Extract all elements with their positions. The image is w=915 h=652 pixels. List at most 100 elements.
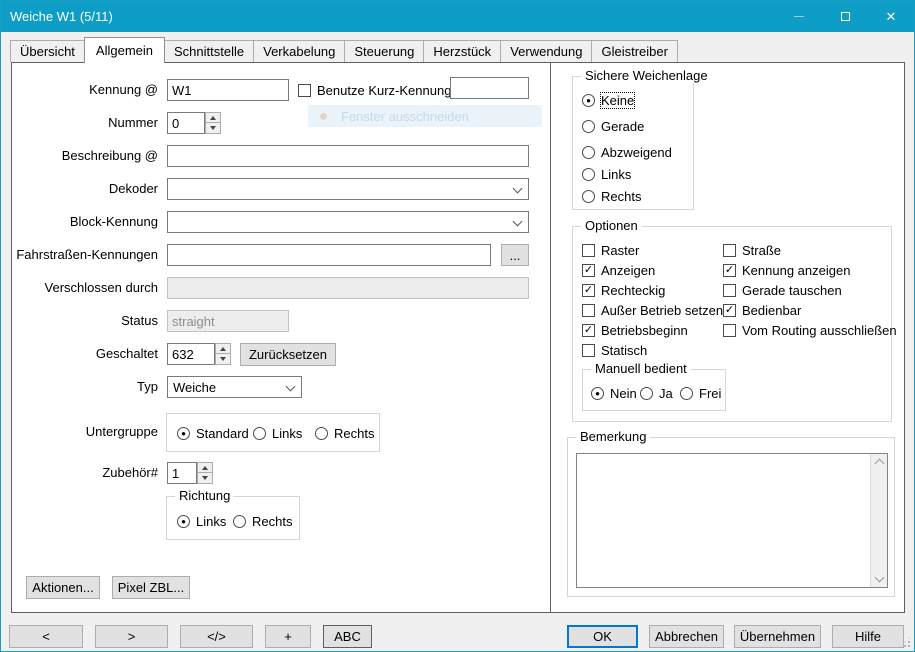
beschreibung-label: Beschreibung @ [12,145,158,167]
checkbox-raster[interactable]: Raster [582,243,639,258]
close-button[interactable]: ✕ [868,1,914,32]
scroll-up-icon[interactable] [875,459,885,469]
hilfe-button[interactable]: Hilfe [832,625,904,648]
tab-verkabelung[interactable]: Verkabelung [253,40,345,62]
fahrstrassen-browse-button[interactable]: ... [501,244,529,266]
tab-uebersicht[interactable]: Übersicht [10,40,85,62]
tab-allgemein[interactable]: Allgemein [84,37,165,63]
checkbox-anzeigen[interactable]: ✓ Anzeigen [582,263,655,278]
ok-button[interactable]: OK [567,625,638,648]
dekoder-select[interactable] [167,178,529,200]
checkbox-betriebsbeginn[interactable]: ✓ Betriebsbeginn [582,323,688,338]
uebernehmen-button[interactable]: Übernehmen [734,625,821,648]
abc-button[interactable]: ABC [323,625,372,648]
tab-verwendung[interactable]: Verwendung [500,40,592,62]
spin-down-icon[interactable] [205,123,221,134]
tab-steuerung[interactable]: Steuerung [344,40,424,62]
radio-icon [233,515,246,528]
radio-icon [582,190,595,203]
checkbox-icon [582,344,595,357]
block-kennung-label: Block-Kennung [12,211,158,233]
kennung-input[interactable] [167,79,289,101]
abbrechen-button[interactable]: Abbrechen [649,625,724,648]
manuell-bedient-group: Manuell bedient ● Nein Ja Frei [582,369,726,411]
typ-select[interactable]: Weiche [167,376,302,398]
sichere-weichenlage-group: Sichere Weichenlage ● Keine Gerade Abzwe… [572,76,694,210]
next-button[interactable]: > [95,625,168,648]
zubehoer-spinner[interactable] [197,462,213,484]
radio-ja[interactable]: Ja [640,386,673,401]
tab-gleistreiber[interactable]: Gleistreiber [591,40,677,62]
scroll-down-icon[interactable] [875,573,885,583]
untergruppe-label: Untergruppe [12,421,158,443]
radio-rechts[interactable]: Rechts [315,426,374,441]
tab-herzstueck[interactable]: Herzstück [423,40,501,62]
nummer-input[interactable] [167,112,205,134]
checkbox-statisch[interactable]: Statisch [582,343,647,358]
checkbox-gerade-tauschen[interactable]: Gerade tauschen [723,283,842,298]
radio-richtung-rechts[interactable]: Rechts [233,514,292,529]
resize-grip[interactable] [908,645,910,647]
fahrstrassen-input[interactable] [167,244,491,266]
checkbox-icon [582,244,595,257]
radio-sichere-rechts[interactable]: Rechts [582,189,641,204]
aktionen-button[interactable]: Aktionen... [26,576,100,599]
scrollbar[interactable] [870,454,887,587]
tab-schnittstelle[interactable]: Schnittstelle [164,40,254,62]
spin-up-icon[interactable] [197,462,213,473]
bottom-bar: < > </> + ABC OK Abbrechen Übernehmen Hi… [1,613,914,652]
radio-keine[interactable]: ● Keine [582,93,634,108]
radio-icon [582,146,595,159]
geschaltet-spinner[interactable] [215,343,231,365]
checkbox-vom-routing[interactable]: Vom Routing ausschließen [723,323,897,338]
checkbox-rechteckig[interactable]: ✓ Rechteckig [582,283,665,298]
spin-down-icon[interactable] [197,473,213,484]
radio-icon: ● [177,427,190,440]
bemerkung-textarea[interactable] [576,453,888,588]
checkbox-icon [723,324,736,337]
radio-abzweigend[interactable]: Abzweigend [582,145,672,160]
radio-richtung-links[interactable]: ● Links [177,514,226,529]
checkbox-kennung-anzeigen[interactable]: ✓ Kennung anzeigen [723,263,850,278]
checkbox-ausser-betrieb[interactable]: Außer Betrieb setzen [582,303,723,318]
checkbox-strasse[interactable]: Straße [723,243,781,258]
geschaltet-input[interactable] [167,343,215,365]
spin-up-icon[interactable] [215,343,231,354]
radio-icon [315,427,328,440]
beschreibung-input[interactable] [167,145,529,167]
radio-frei[interactable]: Frei [680,386,721,401]
minimize-icon [794,16,804,17]
geschaltet-label: Geschaltet [12,343,158,365]
verschlossen-label: Verschlossen durch [12,277,158,299]
prev-button[interactable]: < [9,625,83,648]
kurz-kennung-checkbox[interactable]: Benutze Kurz-Kennung [298,83,451,98]
checkbox-icon [723,244,736,257]
radio-gerade[interactable]: Gerade [582,119,644,134]
untergruppe-group: ● Standard Links Rechts [166,413,380,452]
maximize-button[interactable] [822,1,868,32]
window-controls: ✕ [776,1,914,32]
checkbox-icon: ✓ [582,284,595,297]
nummer-spinner[interactable] [205,112,221,134]
radio-standard[interactable]: ● Standard [177,426,249,441]
add-button[interactable]: + [265,625,311,648]
nummer-label: Nummer [12,112,158,134]
radio-links[interactable]: Links [253,426,302,441]
tab-bar: Übersicht Allgemein Schnittstelle Verkab… [1,32,914,62]
zubehoer-input[interactable] [167,462,197,484]
typ-label: Typ [12,376,158,398]
minimize-button[interactable] [776,1,822,32]
radio-sichere-links[interactable]: Links [582,167,631,182]
code-button[interactable]: </> [180,625,253,648]
spin-down-icon[interactable] [215,354,231,365]
checkbox-icon [298,84,311,97]
spin-up-icon[interactable] [205,112,221,123]
block-kennung-select[interactable] [167,211,529,233]
radio-nein[interactable]: ● Nein [591,386,637,401]
zuruecksetzen-button[interactable]: Zurücksetzen [240,343,336,366]
checkbox-icon: ✓ [582,264,595,277]
pixel-zbl-button[interactable]: Pixel ZBL... [112,576,190,599]
kurz-kennung-input[interactable] [450,77,529,99]
checkbox-bedienbar[interactable]: ✓ Bedienbar [723,303,801,318]
zubehoer-label: Zubehör# [12,462,158,484]
